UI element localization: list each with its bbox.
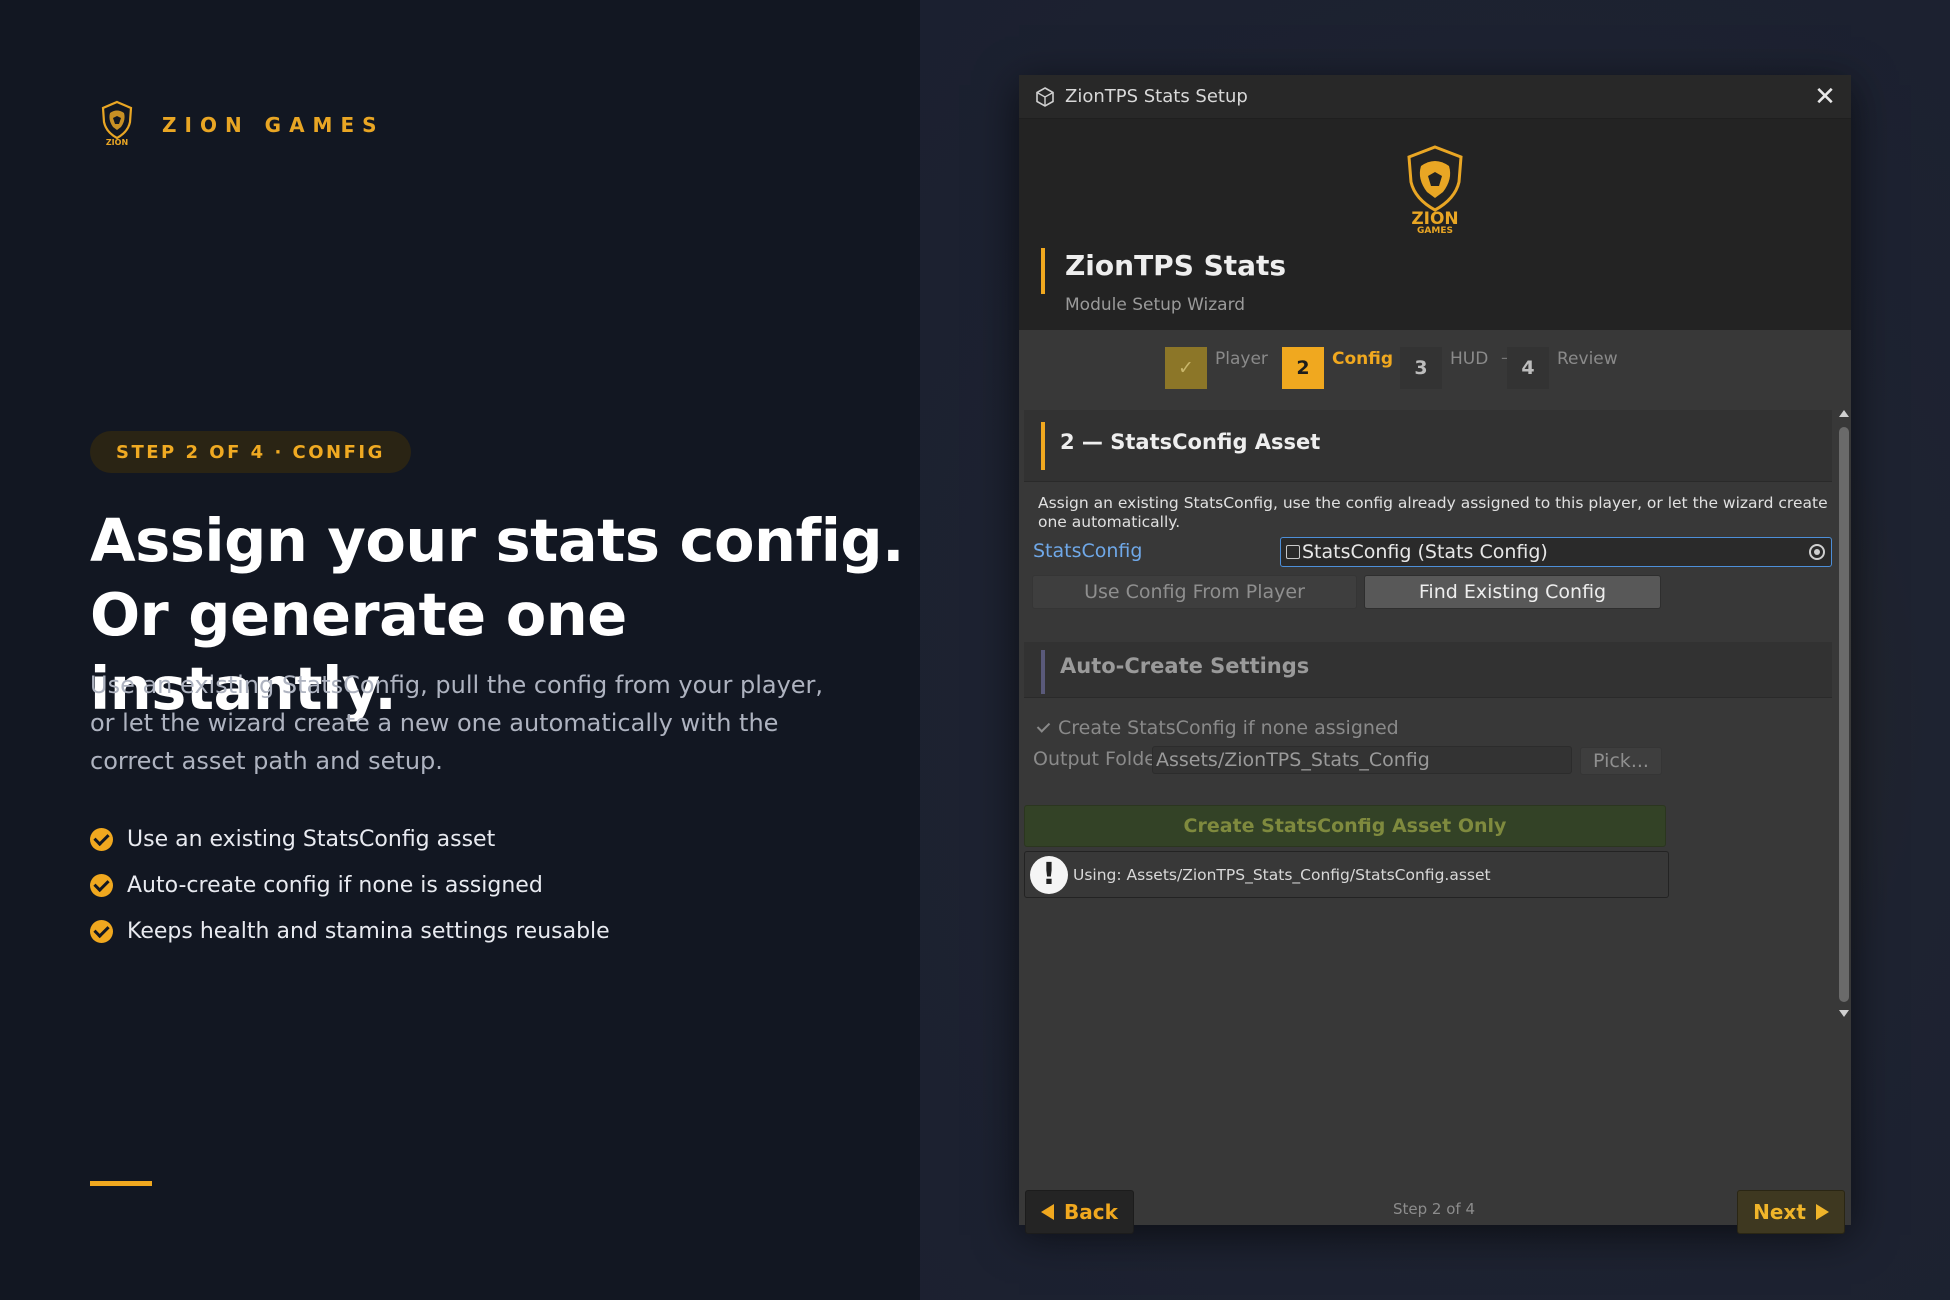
title-accent-bar [1041,248,1045,294]
step-hud-pending[interactable]: 3 [1400,347,1442,389]
step-label-review: Review [1557,349,1618,369]
info-helpbox: ! Using: Assets/ZionTPS_Stats_Config/Sta… [1024,851,1669,898]
promo-body: Use an existing StatsConfig, pull the co… [90,671,824,775]
wizard-footer: Back Step 2 of 4 Next [1019,1100,1851,1234]
promo-panel: ZION ZION GAMES STEP 2 OF 4 · CONFIG Ass… [0,0,920,1300]
scroll-area[interactable]: 2 — StatsConfig Asset Assign an existing… [1019,410,1851,1100]
window-titlebar[interactable]: ZionTPS Stats Setup ✕ [1019,75,1851,119]
step-review-pending[interactable]: 4 [1507,347,1549,389]
check-circle-icon [90,873,113,897]
unity-cube-icon [1036,86,1054,107]
create-statsconfig-button[interactable]: Create StatsConfig Asset Only [1024,805,1666,847]
use-config-from-player-button[interactable]: Use Config From Player [1032,575,1357,609]
section-title: 2 — StatsConfig Asset [1060,430,1321,454]
brand-name: ZION GAMES [162,113,385,137]
scroll-down-icon[interactable] [1839,1010,1849,1017]
scroll-up-icon[interactable] [1839,410,1849,417]
toggle-label: Create StatsConfig if none assigned [1058,717,1399,739]
check-circle-icon [90,919,113,943]
close-icon[interactable]: ✕ [1811,83,1839,111]
step-counter: Step 2 of 4 [1392,1200,1475,1218]
section-description: Assign an existing StatsConfig, use the … [1038,494,1828,531]
checkmark-icon[interactable] [1036,720,1052,736]
setup-window: ZionTPS Stats Setup ✕ ZION GAMES ZionTPS… [1019,75,1851,1234]
wizard-subtitle: Module Setup Wizard [1065,295,1246,315]
info-exclamation-icon: ! [1030,855,1068,894]
scriptable-object-icon [1286,545,1300,559]
wizard-title: ZionTPS Stats [1065,249,1287,282]
step-indicator: ✓ Player — 2 Config — 3 HUD — 4 Review [1019,330,1851,410]
feature-list: Use an existing StatsConfig asset Auto-c… [90,816,610,954]
pick-folder-button[interactable]: Pick... [1580,747,1662,775]
lion-logo-icon: ZION [101,100,133,147]
section-accent-bar [1041,422,1045,470]
section-statsconfig-body: Assign an existing StatsConfig, use the … [1019,482,1837,636]
section-title: Auto-Create Settings [1060,654,1310,678]
scroll-thumb[interactable] [1839,427,1849,1002]
feature-item: Auto-create config if none is assigned [90,862,610,908]
step-badge: STEP 2 OF 4 · CONFIG [90,431,411,473]
step-label-hud: HUD [1450,349,1489,369]
headline-line-1: Assign your stats config. [90,506,905,575]
vertical-scrollbar[interactable] [1837,410,1851,1020]
create-if-none-toggle[interactable]: Create StatsConfig if none assigned [1036,717,1399,739]
svg-text:GAMES: GAMES [1417,226,1453,234]
brand: ZION ZION GAMES [100,100,385,150]
svg-text:ZION: ZION [106,138,128,147]
check-circle-icon [90,827,113,851]
step-label-player: Player [1215,349,1268,369]
step-config-active[interactable]: 2 [1282,347,1324,389]
statsconfig-value: StatsConfig (Stats Config) [1302,541,1548,563]
next-button[interactable]: Next [1737,1190,1845,1234]
section-autocreate-header: Auto-Create Settings [1024,642,1832,698]
window-title: ZionTPS Stats Setup [1065,86,1248,107]
wizard-header: ZION GAMES ZionTPS Stats Module Setup Wi… [1019,119,1851,330]
section-accent-bar [1041,650,1045,694]
step-label-config: Config [1332,349,1394,369]
find-existing-config-button[interactable]: Find Existing Config [1364,575,1661,609]
object-picker-icon[interactable] [1809,544,1825,560]
lion-logo-icon: ZION GAMES [1407,145,1463,234]
section-statsconfig-header: 2 — StatsConfig Asset [1024,410,1832,482]
output-folder-label: Output Folder [1033,748,1164,770]
arrow-right-icon [1815,1204,1829,1220]
back-button[interactable]: Back [1025,1190,1134,1234]
arrow-left-icon [1041,1204,1055,1220]
info-text: Using: Assets/ZionTPS_Stats_Config/Stats… [1073,865,1491,884]
feature-item: Use an existing StatsConfig asset [90,816,610,862]
statsconfig-label: StatsConfig [1033,540,1143,562]
output-folder-field[interactable]: Assets/ZionTPS_Stats_Config [1152,746,1572,774]
accent-divider [90,1181,152,1186]
feature-item: Keeps health and stamina settings reusab… [90,908,610,954]
statsconfig-field[interactable]: StatsConfig (Stats Config) [1280,537,1832,567]
step-player-done[interactable]: ✓ [1165,347,1207,389]
